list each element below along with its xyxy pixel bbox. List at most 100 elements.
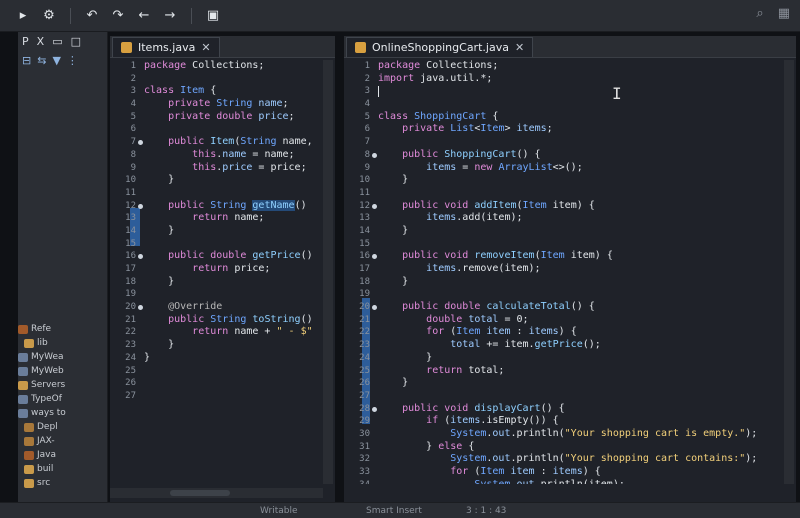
- tree-item[interactable]: buil: [18, 462, 108, 476]
- tab-items-java[interactable]: Items.java ✕: [112, 37, 220, 57]
- code-token: items: [426, 263, 457, 274]
- tree-item[interactable]: src: [18, 476, 108, 490]
- back-icon[interactable]: ↶: [83, 7, 101, 25]
- folder-icon: [18, 380, 28, 390]
- code-line: 23 }: [110, 339, 335, 352]
- tree-item[interactable]: JAX-: [18, 434, 108, 448]
- tree-item[interactable]: Depl: [18, 420, 108, 434]
- code-token: private: [168, 98, 217, 110]
- tree-item[interactable]: lib: [18, 336, 108, 350]
- override-marker-icon[interactable]: [138, 254, 143, 260]
- override-marker-icon[interactable]: [372, 305, 377, 311]
- code-token: return: [192, 326, 235, 338]
- code-token: () {: [570, 301, 595, 313]
- perspective-icon[interactable]: ▦: [778, 6, 790, 21]
- scrollbar-thumb[interactable]: [170, 490, 230, 496]
- code-token: }: [144, 275, 175, 287]
- run-icon[interactable]: ▸: [14, 7, 32, 25]
- line-number: 33: [359, 467, 370, 477]
- close-icon[interactable]: X: [37, 35, 45, 48]
- code-token: }: [378, 377, 409, 389]
- code-token: getPrice: [252, 250, 301, 262]
- override-marker-icon[interactable]: [372, 152, 377, 158]
- code-line: 15: [344, 238, 796, 251]
- status-insert: Smart Insert: [366, 506, 422, 516]
- toolbar-right: ⌕ ▦: [756, 6, 790, 21]
- maximize-icon[interactable]: □: [71, 35, 81, 48]
- vertical-scrollbar[interactable]: [784, 60, 794, 484]
- nav-back-icon[interactable]: ←: [135, 7, 153, 25]
- code-token: total: [468, 313, 499, 325]
- tab-online-shopping-cart-java[interactable]: OnlineShoppingCart.java ✕: [346, 37, 534, 57]
- forward-icon[interactable]: ↷: [109, 7, 127, 25]
- code-line: 1 package Collections;: [344, 60, 796, 73]
- line-number: 24: [125, 352, 136, 363]
- code-token: .println(: [510, 453, 565, 465]
- code-token: :: [534, 466, 553, 477]
- open-perspective-icon[interactable]: ▣: [204, 7, 222, 25]
- tree-item[interactable]: Refe: [18, 322, 108, 336]
- link-editor-icon[interactable]: ⇆: [37, 54, 46, 67]
- collapse-all-icon[interactable]: ⊟: [22, 54, 31, 67]
- code-token: name +: [234, 326, 277, 338]
- code-token: List: [450, 123, 475, 135]
- line-text: }: [144, 352, 150, 365]
- code-token: }: [144, 351, 151, 363]
- code-line: 25: [110, 365, 335, 378]
- vertical-scrollbar[interactable]: [323, 60, 333, 484]
- search-icon[interactable]: ⌕: [756, 6, 763, 21]
- filter-icon[interactable]: ▼: [52, 54, 60, 67]
- tree-item[interactable]: MyWea: [18, 350, 108, 364]
- override-marker-icon[interactable]: [372, 203, 377, 209]
- code-line: 20 @Override: [110, 301, 335, 314]
- editor-tabbar: OnlineShoppingCart.java ✕: [344, 36, 796, 58]
- line-number: 28: [359, 403, 370, 414]
- code-token: " - $": [276, 326, 313, 338]
- override-marker-icon[interactable]: [138, 140, 143, 146]
- nav-forward-icon[interactable]: →: [161, 7, 179, 25]
- code-line: 2: [110, 73, 335, 86]
- close-icon[interactable]: ✕: [201, 41, 210, 54]
- code-token: );: [745, 427, 758, 439]
- view-menu-icon[interactable]: ⋮: [67, 54, 78, 67]
- code-line: 21 double total = 0;: [344, 314, 796, 327]
- code-token: String: [240, 136, 283, 148]
- code-area[interactable]: 1 package Collections; 2 import java.util.*…: [344, 60, 796, 484]
- code-token: getPrice: [534, 339, 583, 351]
- override-marker-icon[interactable]: [372, 406, 377, 412]
- code-area[interactable]: 1 package Collections; 2 3 class Item {4 pri…: [110, 60, 335, 484]
- tree-item-label: MyWea: [31, 352, 64, 362]
- code-token: Collections;: [192, 60, 265, 71]
- code-token: }: [144, 224, 175, 236]
- override-marker-icon[interactable]: [372, 254, 377, 260]
- code-line: 1 package Collections;: [110, 60, 335, 73]
- line-number: 4: [130, 99, 136, 110]
- tab-package-explorer[interactable]: P: [22, 35, 29, 48]
- line-text: for (Item item : items) {: [378, 326, 577, 339]
- line-number: 21: [359, 314, 370, 325]
- line-number: 20: [125, 302, 136, 313]
- override-marker-icon[interactable]: [138, 305, 143, 311]
- code-token: Item: [522, 199, 553, 211]
- line-number: 12: [359, 200, 370, 211]
- tree-item[interactable]: ways to: [18, 406, 108, 420]
- code-line: 32 System.out.println("Your shopping car…: [344, 453, 796, 466]
- package-explorer-tools: ⊟ ⇆ ▼ ⋮: [18, 50, 107, 70]
- code-line: 5 class ShoppingCart {: [344, 111, 796, 124]
- tree-item[interactable]: TypeOf: [18, 392, 108, 406]
- code-token: ) {: [558, 326, 577, 338]
- minimize-icon[interactable]: ▭: [52, 35, 62, 48]
- override-marker-icon[interactable]: [138, 203, 143, 209]
- tree-item[interactable]: Java: [18, 448, 108, 462]
- tree-item[interactable]: MyWeb: [18, 364, 108, 378]
- code-line: 11: [110, 187, 335, 200]
- line-text: total += item.getPrice();: [378, 339, 601, 352]
- close-icon[interactable]: ✕: [515, 41, 524, 54]
- code-line: 11: [344, 187, 796, 200]
- line-text: return name;: [144, 212, 264, 225]
- line-number: 6: [130, 124, 136, 135]
- debug-icon[interactable]: ⚙: [40, 7, 58, 25]
- tree-item[interactable]: Servers: [18, 378, 108, 392]
- status-position: 3 : 1 : 43: [466, 506, 507, 516]
